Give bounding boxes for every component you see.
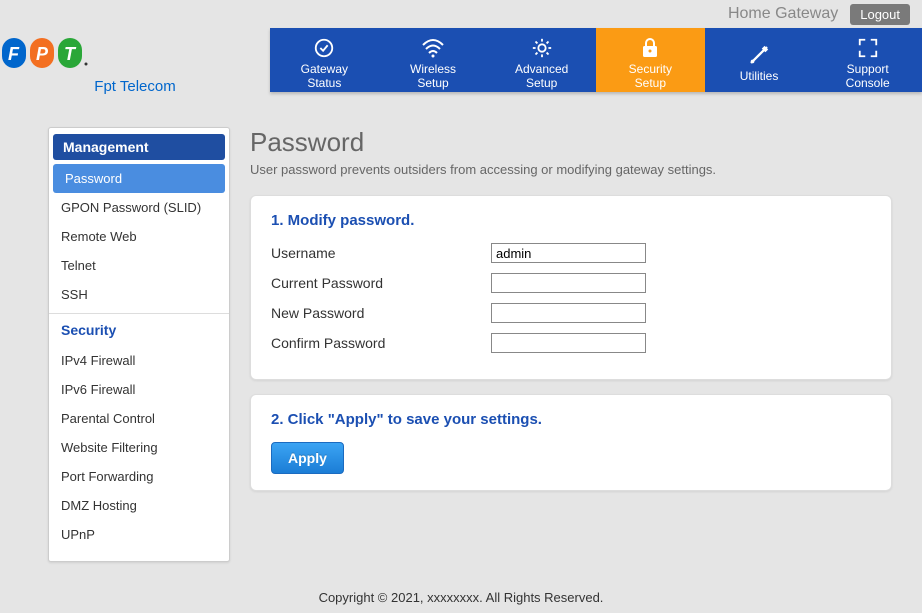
svg-text:P: P	[36, 44, 49, 64]
sidebar: Management Password GPON Password (SLID)…	[48, 127, 230, 562]
nav-gateway-status[interactable]: Gateway Status	[270, 28, 379, 92]
nav-label: Support Console	[846, 62, 890, 91]
panel-heading: 2. Click "Apply" to save your settings.	[271, 411, 871, 428]
fpt-logo-icon: F P T	[0, 34, 90, 74]
tools-icon	[748, 43, 770, 67]
sidebar-item-upnp[interactable]: UPnP	[49, 520, 229, 549]
svg-text:F: F	[8, 44, 20, 64]
footer-copyright: Copyright © 2021, xxxxxxxx. All Rights R…	[0, 582, 922, 613]
nav-support-console[interactable]: Support Console	[813, 28, 922, 92]
sidebar-header-management: Management	[53, 134, 225, 160]
check-circle-icon	[313, 36, 335, 60]
username-label: Username	[271, 245, 491, 261]
wifi-icon	[421, 36, 445, 60]
confirm-password-label: Confirm Password	[271, 335, 491, 351]
sidebar-item-port-forwarding[interactable]: Port Forwarding	[49, 462, 229, 491]
gear-icon	[531, 36, 553, 60]
username-input[interactable]	[491, 243, 646, 263]
sidebar-header-security: Security	[49, 313, 229, 346]
main-nav: Gateway Status Wireless Setup Advanced S…	[270, 28, 922, 92]
sidebar-item-website-filtering[interactable]: Website Filtering	[49, 433, 229, 462]
page-title: Password	[250, 127, 892, 158]
sidebar-item-ipv6-firewall[interactable]: IPv6 Firewall	[49, 375, 229, 404]
sidebar-item-ipv4-firewall[interactable]: IPv4 Firewall	[49, 346, 229, 375]
sidebar-item-remote-web[interactable]: Remote Web	[49, 222, 229, 251]
nav-utilities[interactable]: Utilities	[705, 28, 814, 92]
apply-button[interactable]: Apply	[271, 442, 344, 474]
nav-label: Gateway Status	[301, 62, 348, 91]
page-description: User password prevents outsiders from ac…	[250, 162, 892, 177]
sidebar-item-password[interactable]: Password	[53, 164, 225, 193]
current-password-input[interactable]	[491, 273, 646, 293]
nav-label: Advanced Setup	[515, 62, 568, 91]
nav-label: Wireless Setup	[410, 62, 456, 91]
confirm-password-input[interactable]	[491, 333, 646, 353]
current-password-label: Current Password	[271, 275, 491, 291]
sidebar-item-gpon-password[interactable]: GPON Password (SLID)	[49, 193, 229, 222]
sidebar-item-parental-control[interactable]: Parental Control	[49, 404, 229, 433]
modify-password-panel: 1. Modify password. Username Current Pas…	[250, 195, 892, 380]
sidebar-item-dmz-hosting[interactable]: DMZ Hosting	[49, 491, 229, 520]
nav-advanced-setup[interactable]: Advanced Setup	[487, 28, 596, 92]
nav-wireless-setup[interactable]: Wireless Setup	[379, 28, 488, 92]
panel-heading: 1. Modify password.	[271, 212, 871, 229]
nav-label: Security Setup	[629, 62, 672, 91]
new-password-input[interactable]	[491, 303, 646, 323]
new-password-label: New Password	[271, 305, 491, 321]
logo-area: F P T Fpt Telecom	[0, 28, 270, 95]
sidebar-item-ssh[interactable]: SSH	[49, 280, 229, 309]
expand-icon	[857, 36, 879, 60]
logout-button[interactable]: Logout	[850, 4, 910, 25]
sidebar-item-telnet[interactable]: Telnet	[49, 251, 229, 280]
lock-icon	[640, 36, 660, 60]
gateway-title: Home Gateway	[728, 5, 838, 23]
logo-subtext: Fpt Telecom	[0, 78, 270, 95]
nav-label: Utilities	[740, 69, 779, 83]
apply-panel: 2. Click "Apply" to save your settings. …	[250, 394, 892, 491]
nav-security-setup[interactable]: Security Setup	[596, 28, 705, 92]
